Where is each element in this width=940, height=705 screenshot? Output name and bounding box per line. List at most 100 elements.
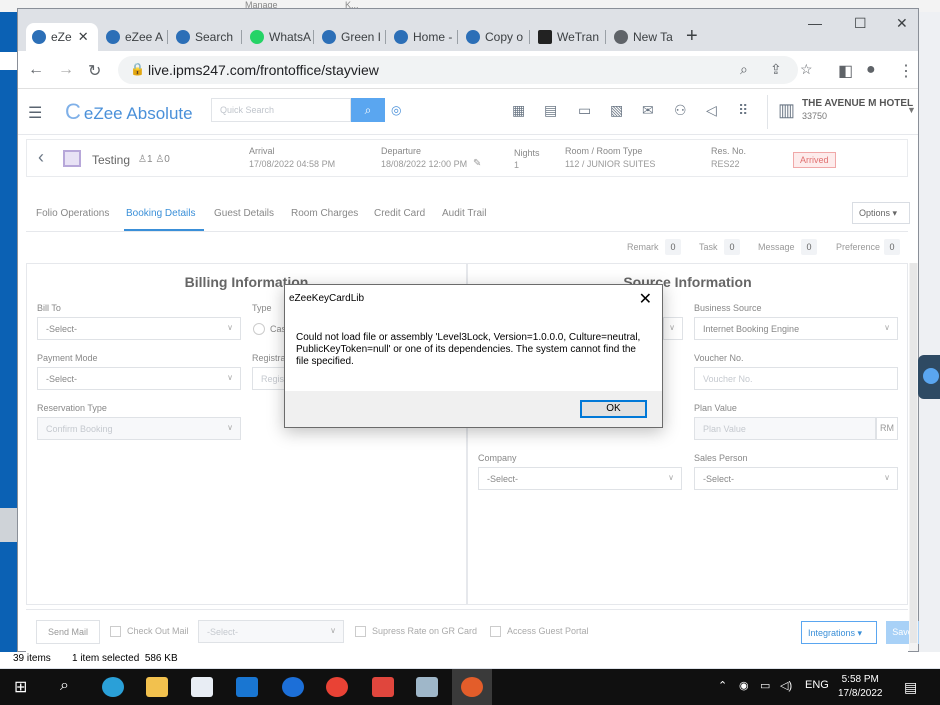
- back-icon[interactable]: ←: [28, 61, 44, 79]
- supress-rate-checkbox[interactable]: [355, 626, 366, 637]
- browser-tab[interactable]: New Ta: [608, 23, 678, 51]
- tab-audit-trail[interactable]: Audit Trail: [442, 208, 486, 219]
- chevron-down-icon: ∨: [669, 323, 675, 332]
- address-bar[interactable]: 🔒 live.ipms247.com/frontoffice/stayview …: [118, 56, 813, 84]
- tab-room-charges[interactable]: Room Charges: [291, 208, 358, 219]
- browser-tab[interactable]: Search: [170, 23, 242, 51]
- meet-icon[interactable]: ◉: [739, 679, 749, 692]
- maximize-icon[interactable]: ☐: [854, 15, 867, 32]
- chrome-taskbar-icon[interactable]: [326, 677, 348, 697]
- language-indicator[interactable]: ENG: [805, 679, 829, 691]
- check-out-mail-select[interactable]: -Select- ∨: [198, 620, 344, 643]
- chevron-down-icon: ∨: [668, 473, 674, 482]
- source-partial-select[interactable]: ∨: [663, 317, 683, 340]
- send-mail-button[interactable]: Send Mail: [36, 620, 100, 644]
- chevron-down-icon: ∨: [884, 323, 890, 332]
- store-icon[interactable]: [191, 677, 213, 697]
- add-booking-icon[interactable]: ▦: [512, 102, 525, 119]
- notification-icon[interactable]: ▤: [904, 679, 917, 696]
- browser-tab[interactable]: Green I: [316, 23, 386, 51]
- voucher-input[interactable]: Voucher No.: [694, 367, 898, 390]
- browser-tab[interactable]: WhatsA: [244, 23, 314, 51]
- search-icon[interactable]: ⌕: [60, 677, 69, 695]
- tab-guest-details[interactable]: Guest Details: [214, 208, 274, 219]
- browser-tab[interactable]: Copy o: [460, 23, 530, 51]
- bookmark-star-icon[interactable]: ☆: [800, 61, 813, 78]
- quick-search-input[interactable]: Quick Search: [211, 98, 351, 122]
- edit-pencil-icon[interactable]: ✎: [473, 158, 481, 169]
- reload-icon[interactable]: ↻: [88, 61, 101, 81]
- hamburger-menu-icon[interactable]: ☰: [28, 103, 42, 123]
- reservation-type-select[interactable]: Confirm Booking ∨: [37, 417, 241, 440]
- tab-favicon-icon: [176, 30, 190, 44]
- check-out-mail-checkbox[interactable]: [110, 626, 121, 637]
- message-label[interactable]: Message: [758, 242, 795, 252]
- calendar-icon[interactable]: ▭: [578, 102, 591, 119]
- sales-person-value: -Select-: [703, 474, 735, 484]
- file-explorer-icon[interactable]: [146, 677, 168, 697]
- options-dropdown[interactable]: Options ▾: [852, 202, 910, 224]
- calendar-grid-icon[interactable]: ▤: [544, 102, 557, 119]
- system-clock[interactable]: 5:58 PM 17/8/2022: [838, 673, 883, 701]
- browser-tab[interactable]: eZee A: [100, 23, 168, 51]
- sales-person-select[interactable]: -Select- ∨: [694, 467, 898, 490]
- minimize-icon[interactable]: —: [808, 15, 822, 31]
- anydesk-icon[interactable]: [372, 677, 394, 697]
- profile-icon[interactable]: ●: [866, 61, 876, 79]
- ok-button[interactable]: OK: [580, 400, 647, 418]
- app-logo[interactable]: CeZee Absolute: [65, 99, 193, 125]
- mail-icon[interactable]: ✉: [642, 102, 654, 119]
- bill-to-select[interactable]: -Select- ∨: [37, 317, 241, 340]
- caret-down-icon: ▾: [892, 208, 898, 218]
- task-label[interactable]: Task: [699, 242, 718, 252]
- close-window-icon[interactable]: ✕: [896, 15, 908, 32]
- preference-label[interactable]: Preference: [836, 242, 880, 252]
- chevron-down-icon: ∨: [884, 473, 890, 482]
- chevron-down-icon[interactable]: ▼: [907, 105, 916, 115]
- booking-tabs: Folio Operations Booking Details Guest D…: [26, 194, 910, 232]
- sidebar-icon[interactable]: ◧: [838, 61, 853, 81]
- type-radio[interactable]: [253, 323, 265, 335]
- chevron-up-icon[interactable]: ⌃: [718, 679, 727, 692]
- page-scrollbar[interactable]: [909, 263, 918, 651]
- browser-tab[interactable]: eZe ✕: [26, 23, 98, 51]
- company-value: -Select-: [487, 474, 519, 484]
- plan-value-input[interactable]: Plan Value: [694, 417, 876, 440]
- users-icon[interactable]: ⚇: [674, 102, 687, 119]
- side-chat-widget[interactable]: [918, 355, 940, 399]
- payment-mode-select[interactable]: -Select- ∨: [37, 367, 241, 390]
- tab-folio-operations[interactable]: Folio Operations: [36, 208, 109, 219]
- network-icon[interactable]: ▭: [760, 679, 770, 692]
- forward-icon[interactable]: →: [58, 61, 74, 79]
- windows-start-icon[interactable]: ⊞: [14, 677, 27, 697]
- new-tab-icon[interactable]: +: [686, 25, 698, 48]
- hotel-name[interactable]: THE AVENUE M HOTEL: [802, 98, 913, 109]
- access-portal-checkbox[interactable]: [490, 626, 501, 637]
- browser-tab[interactable]: Home -: [388, 23, 458, 51]
- announcement-icon[interactable]: ◁: [706, 102, 717, 119]
- integrations-dropdown[interactable]: Integrations ▾: [801, 621, 877, 644]
- app-window-icon[interactable]: [416, 677, 438, 697]
- keycard-app-icon[interactable]: [461, 677, 483, 697]
- close-icon[interactable]: ✕: [639, 289, 652, 309]
- scrollbar-thumb[interactable]: [910, 263, 917, 643]
- info-icon[interactable]: ◎: [391, 103, 401, 117]
- apps-grid-icon[interactable]: ⠿: [738, 102, 748, 119]
- close-tab-icon[interactable]: ✕: [78, 29, 89, 45]
- tab-booking-details[interactable]: Booking Details: [126, 208, 195, 219]
- tab-credit-card[interactable]: Credit Card: [374, 208, 425, 219]
- mail-app-icon[interactable]: [236, 677, 258, 697]
- business-source-select[interactable]: Internet Booking Engine ∨: [694, 317, 898, 340]
- search-button[interactable]: ⌕: [351, 98, 385, 122]
- remark-label[interactable]: Remark: [627, 242, 659, 252]
- report-icon[interactable]: ▧: [610, 102, 623, 119]
- share-icon[interactable]: ⇪: [770, 61, 782, 78]
- volume-icon[interactable]: ◁): [780, 679, 792, 692]
- menu-dots-icon[interactable]: ⋮: [898, 61, 914, 81]
- teamviewer-icon[interactable]: [282, 677, 304, 697]
- back-arrow-icon[interactable]: ‹: [38, 147, 44, 168]
- company-select[interactable]: -Select- ∨: [478, 467, 682, 490]
- edge-icon[interactable]: [102, 677, 124, 697]
- browser-tab[interactable]: WeTran: [532, 23, 606, 51]
- zoom-icon[interactable]: ⌕: [740, 61, 748, 78]
